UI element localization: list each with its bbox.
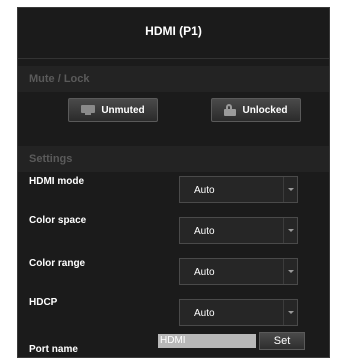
lock-button-label: Unlocked bbox=[242, 104, 288, 116]
hdcp-label: HDCP bbox=[29, 297, 58, 308]
lock-button[interactable]: Unlocked bbox=[211, 98, 301, 122]
color-space-value: Auto bbox=[194, 226, 215, 237]
unlock-icon bbox=[224, 104, 237, 116]
settings-section-header: Settings bbox=[18, 146, 329, 172]
color-range-select[interactable]: Auto bbox=[179, 258, 298, 285]
monitor-icon bbox=[81, 105, 96, 115]
color-space-select[interactable]: Auto bbox=[179, 217, 298, 244]
chevron-down-icon bbox=[283, 259, 297, 284]
port-name-input[interactable] bbox=[158, 334, 256, 348]
hdcp-value: Auto bbox=[194, 308, 215, 319]
mute-button[interactable]: Unmuted bbox=[68, 98, 158, 122]
color-space-label: Color space bbox=[29, 215, 87, 226]
hdmi-mode-label: HDMI mode bbox=[29, 176, 84, 187]
panel-title: HDMI (P1) bbox=[18, 8, 329, 59]
hdmi-mode-select[interactable]: Auto bbox=[179, 176, 298, 203]
chevron-down-icon bbox=[283, 300, 297, 325]
mute-button-label: Unmuted bbox=[101, 104, 145, 116]
chevron-down-icon bbox=[283, 177, 297, 202]
port-name-label: Port name bbox=[29, 344, 78, 355]
hdmi-port-panel: HDMI (P1) Mute / Lock Unmuted Unlocked S… bbox=[17, 7, 330, 358]
set-port-name-button[interactable]: Set bbox=[259, 332, 305, 350]
color-range-value: Auto bbox=[194, 267, 215, 278]
color-range-label: Color range bbox=[29, 258, 86, 269]
hdcp-select[interactable]: Auto bbox=[179, 299, 298, 326]
hdmi-mode-value: Auto bbox=[194, 185, 215, 196]
mute-lock-section-header: Mute / Lock bbox=[18, 66, 329, 92]
chevron-down-icon bbox=[283, 218, 297, 243]
